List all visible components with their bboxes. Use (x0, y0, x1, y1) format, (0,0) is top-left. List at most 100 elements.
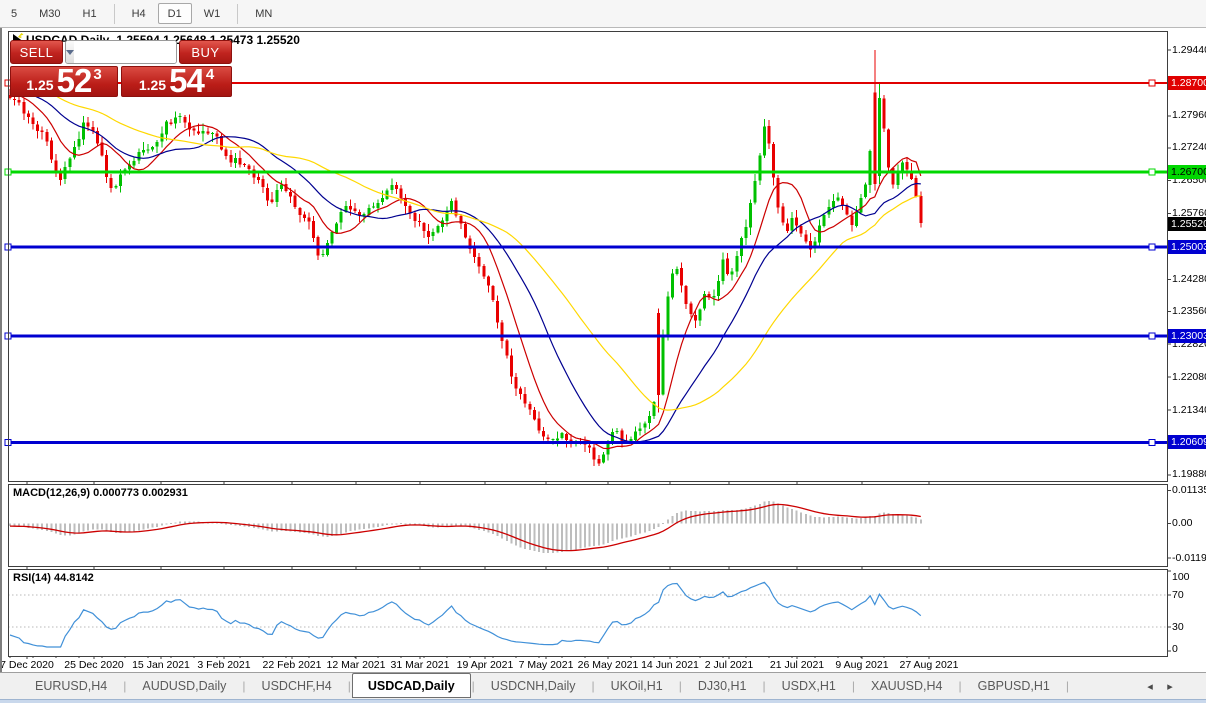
rsi-axis-label: 70 (1172, 588, 1184, 601)
buy-price-point: 4 (205, 66, 215, 83)
date-label: 26 May 2021 (577, 659, 639, 671)
price-tick-label: 1.27240 (1172, 141, 1206, 154)
price-tick-label: 1.19880 (1172, 468, 1206, 481)
line-anchor-handle[interactable] (1148, 332, 1156, 340)
date-label: 21 Jul 2021 (769, 659, 825, 671)
candlesticks (9, 50, 923, 467)
symbol-tabbar: EURUSD,H4 | AUDUSD,Daily | USDCHF,H4 | USDCAD,… (0, 672, 1206, 699)
chart-canvas (4, 49, 1171, 659)
volume-decrease-button[interactable] (66, 41, 74, 63)
price-badge-1.20609: 1.20609 (1168, 435, 1206, 450)
macd-signal-line (9, 503, 921, 552)
date-label: 14 Jun 2021 (641, 659, 699, 671)
tab-separator: | (591, 679, 595, 693)
line-anchor-handle[interactable] (1148, 168, 1156, 176)
line-anchor-handle[interactable] (1148, 243, 1156, 251)
line-anchor-handle[interactable] (4, 332, 12, 340)
tab-separator: | (1065, 679, 1069, 693)
tab-separator: | (851, 679, 855, 693)
date-label: 22 Feb 2021 (262, 659, 322, 671)
sell-price-point: 3 (93, 66, 102, 83)
date-label: 15 Jan 2021 (132, 659, 190, 671)
timeframe-button-5[interactable]: 5 (1, 3, 27, 24)
price-tick-label: 1.22080 (1172, 370, 1206, 383)
line-anchor-handle[interactable] (4, 243, 12, 251)
price-tick-label: 1.24280 (1172, 272, 1206, 285)
rsi-plot (9, 581, 1166, 648)
date-label: 2 Jul 2021 (704, 659, 754, 671)
rsi-axis-label: 100 (1172, 571, 1190, 583)
buy-price-pips: 54 (169, 62, 205, 99)
tab-separator: | (678, 679, 682, 693)
price-tick-label: 1.29440 (1172, 43, 1206, 56)
macd-histogram (9, 500, 922, 554)
symbol-tab-gbpusd-h1[interactable]: GBPUSD,H1 (963, 675, 1065, 698)
symbol-tab-eurusd-h4[interactable]: EURUSD,H4 (20, 675, 122, 698)
line-anchor-handle[interactable] (1148, 438, 1156, 446)
tab-separator: | (958, 679, 962, 693)
buy-button[interactable]: BUY (179, 40, 232, 64)
price-badge-1.23003: 1.23003 (1168, 329, 1206, 344)
rsi-axis-label: 30 (1172, 620, 1184, 633)
date-label: 3 Feb 2021 (197, 659, 251, 671)
timeframe-button-H1[interactable]: H1 (73, 3, 107, 24)
one-click-trading-widget: SELL BUY 1.25 52 3 1.25 54 4 (10, 40, 232, 97)
symbol-tab-usdcad-daily[interactable]: USDCAD,Daily (351, 673, 471, 698)
trading-platform-window: 5M30H1H4D1W1MN USDCAD,Daily1.25594 1.256… (0, 0, 1206, 703)
toolbar-separator (113, 3, 115, 24)
rsi-label: RSI(14) 44.8142 (13, 572, 94, 584)
rsi-axis-label: 0 (1172, 643, 1178, 655)
symbol-tab-xauusd-h4[interactable]: XAUUSD,H4 (856, 675, 958, 698)
macd-axis-label: 0.00 (1172, 517, 1193, 529)
price-badge-1.28700: 1.28700 (1168, 75, 1206, 90)
toolbar-separator (237, 3, 239, 24)
volume-spinner (65, 40, 177, 64)
tab-scroll-right-button[interactable]: ▸ (1162, 678, 1178, 695)
symbol-tab-usdcnh-daily[interactable]: USDCNH,Daily (476, 675, 591, 698)
symbol-tab-dj30-h1[interactable]: DJ30,H1 (683, 675, 762, 698)
symbol-tab-audusd-daily[interactable]: AUDUSD,Daily (127, 675, 241, 698)
price-badge-1.26700: 1.26700 (1168, 164, 1206, 179)
symbol-tab-usdx-h1[interactable]: USDX,H1 (767, 675, 851, 698)
tab-scroll-left-button[interactable]: ◂ (1142, 678, 1158, 695)
timeframe-button-W1[interactable]: W1 (194, 3, 231, 24)
date-label: 19 Apr 2021 (456, 659, 514, 671)
line-anchor-handle[interactable] (1148, 79, 1156, 87)
price-badge-1.25520: 1.25520 (1168, 217, 1206, 232)
date-label: 9 Aug 2021 (835, 659, 889, 671)
macd-axis-label: 0.01135 (1172, 484, 1206, 496)
line-anchor-handle[interactable] (4, 438, 12, 446)
date-label: 27 Aug 2021 (899, 659, 959, 671)
date-label: 7 May 2021 (518, 659, 574, 671)
tab-separator: | (123, 679, 127, 693)
sell-price-pips: 52 (56, 62, 93, 99)
symbol-tab-usdchf-h4[interactable]: USDCHF,H4 (247, 675, 347, 698)
sell-price-display[interactable]: 1.25 52 3 (10, 62, 118, 99)
price-tick-label: 1.21340 (1172, 403, 1206, 416)
price-badge-1.25003: 1.25003 (1168, 240, 1206, 255)
macd-label: MACD(12,26,9) 0.000773 0.002931 (13, 487, 188, 499)
date-label: 31 Mar 2021 (390, 659, 450, 671)
price-tick-label: 1.27960 (1172, 109, 1206, 122)
volume-input[interactable] (74, 41, 176, 63)
window-left-edge (0, 28, 2, 700)
timeframe-button-MN[interactable]: MN (245, 3, 282, 24)
triangle-down-icon (66, 49, 74, 55)
timeframe-button-H4[interactable]: H4 (122, 3, 156, 24)
date-label: 25 Dec 2020 (64, 659, 124, 671)
sell-button[interactable]: SELL (10, 40, 63, 64)
timeframe-button-D1[interactable]: D1 (157, 3, 192, 24)
window-bottom-strip (0, 699, 1206, 703)
macd-axis-label: -0.01190 (1172, 551, 1206, 564)
buy-price-display[interactable]: 1.25 54 4 (121, 62, 232, 99)
tab-separator: | (471, 679, 475, 693)
moving-average-lines (9, 80, 922, 450)
line-anchor-handle[interactable] (4, 168, 12, 176)
tab-separator: | (347, 679, 351, 693)
date-label: 7 Dec 2020 (0, 659, 54, 671)
date-label: 12 Mar 2021 (326, 659, 386, 671)
price-tick-label: 1.23560 (1172, 304, 1206, 317)
timeframe-button-M30[interactable]: M30 (29, 3, 70, 24)
symbol-tab-ukoil-h1[interactable]: UKOil,H1 (596, 675, 678, 698)
sell-price-prefix: 1.25 (26, 77, 54, 93)
